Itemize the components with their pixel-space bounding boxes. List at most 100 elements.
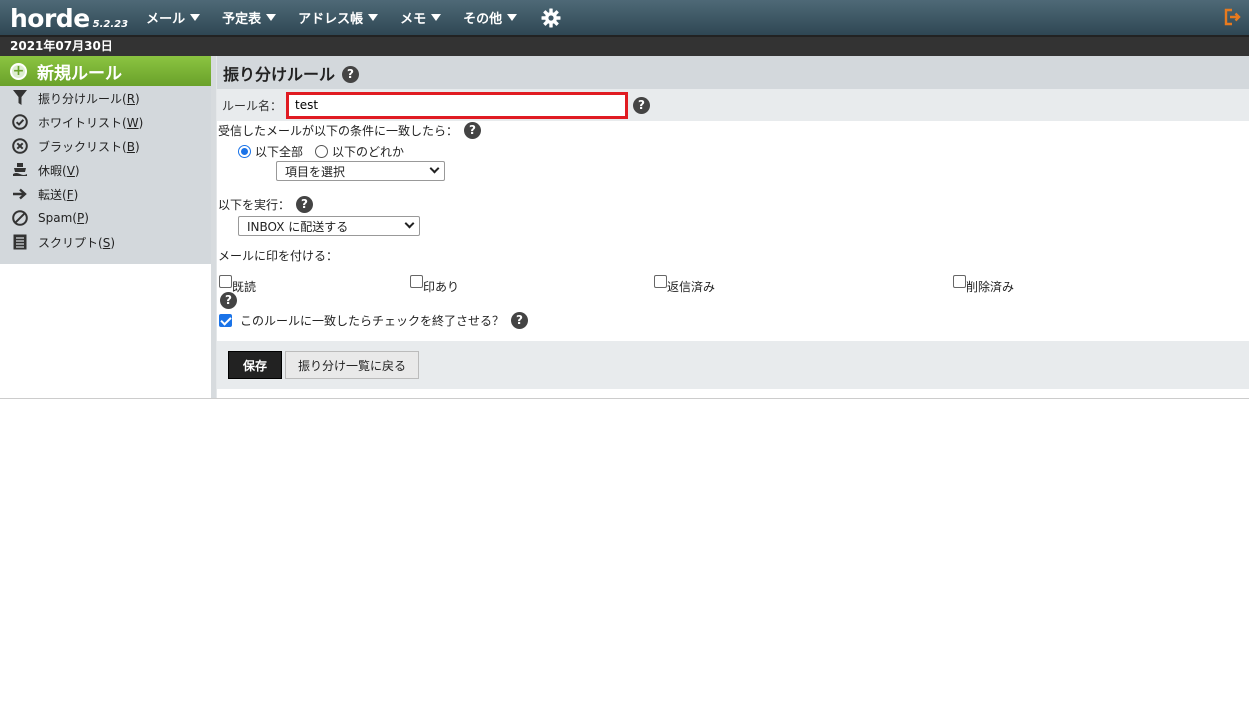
funnel-icon [11, 89, 29, 107]
mark-answered-label[interactable]: 返信済み [667, 278, 715, 295]
menu-calendar[interactable]: 予定表 [222, 8, 277, 27]
accesskey: S [102, 235, 111, 250]
help-icon[interactable]: ? [296, 196, 314, 213]
sidebar-item-filter-rules[interactable]: 振り分けルール(R) [0, 86, 211, 110]
mark-answered: 返信済み [654, 268, 715, 295]
menu-addressbook[interactable]: アドレス帳 [298, 8, 379, 27]
help-icon[interactable]: ? [511, 312, 529, 329]
mark-flagged-label[interactable]: 印あり [423, 278, 459, 295]
mark-answered-checkbox[interactable] [654, 275, 667, 288]
caret-down-icon [368, 14, 379, 21]
page-header: 振り分けルール ? [217, 56, 1249, 89]
logo-brand: horde [10, 3, 90, 33]
top-navigation-bar: horde 5.2.23 メール 予定表 アドレス帳 メモ その他 [0, 0, 1249, 35]
chevron-down-icon [404, 218, 415, 229]
script-document-icon [11, 233, 29, 251]
field-select[interactable]: 項目を選択 [276, 161, 445, 181]
sidebar-item-label: ブラックリスト [38, 139, 123, 154]
check-circle-icon [11, 113, 29, 131]
caret-down-icon [266, 14, 277, 21]
mark-label: メールに印を付ける： [218, 249, 339, 263]
rule-name-row: ルール名： ? [217, 89, 1249, 121]
accesskey: W [126, 115, 139, 130]
sidebar: + 新規ルール 振り分けルール(R) ホワイトリスト(W) ブラックリスト(B)… [0, 56, 211, 264]
sidebar-item-blacklist[interactable]: ブラックリスト(B) [0, 134, 211, 158]
sidebar-item-label: スクリプト [38, 235, 99, 250]
sidebar-item-label: 休暇 [38, 163, 63, 178]
rule-name-input[interactable] [286, 91, 629, 119]
action-select-value: INBOX に配送する [247, 219, 349, 234]
accesskey: F [66, 187, 74, 202]
sidebar-item-vacation[interactable]: 休暇(V) [0, 158, 211, 182]
mark-deleted-label[interactable]: 削除済み [966, 278, 1014, 295]
sidebar-item-spam[interactable]: Spam(P) [0, 206, 211, 230]
caret-down-icon [190, 14, 201, 21]
date-bar: 2021年07月30日 [0, 35, 1249, 56]
x-circle-icon [11, 137, 29, 155]
gear-icon[interactable] [541, 8, 561, 28]
stop-label[interactable]: このルールに一致したらチェックを終了させる？ [240, 312, 504, 329]
sidebar-item-label: 転送 [38, 187, 63, 202]
horde-logo[interactable]: horde 5.2.23 [10, 4, 128, 32]
menu-mail-label: メール [146, 12, 186, 27]
back-to-list-button[interactable]: 振り分け一覧に戻る [285, 351, 420, 379]
conditions-label: 受信したメールが以下の条件に一致したら： [218, 124, 459, 138]
vacation-ship-icon [11, 161, 29, 179]
match-type-row: 以下全部 以下のどれか [238, 143, 404, 160]
stop-row: このルールに一致したらチェックを終了させる？ ? [219, 312, 529, 329]
content-bottom-divider [0, 398, 1249, 399]
mark-flagged: 印あり [410, 268, 459, 295]
new-rule-button[interactable]: + 新規ルール [0, 56, 211, 86]
sidebar-item-script[interactable]: スクリプト(S) [0, 230, 211, 254]
sidebar-item-label: 振り分けルール [38, 91, 123, 106]
save-button[interactable]: 保存 [228, 351, 283, 379]
action-row: 以下を実行： ? [218, 196, 314, 213]
accesskey: V [66, 163, 75, 178]
field-select-value: 項目を選択 [285, 164, 346, 179]
caret-down-icon [431, 14, 442, 21]
logout-icon[interactable] [1223, 8, 1241, 29]
mark-label-row: メールに印を付ける： [218, 247, 338, 264]
stop-checkbox[interactable] [219, 314, 232, 327]
plus-icon: + [10, 62, 27, 80]
menu-other-label: その他 [463, 12, 503, 27]
caret-down-icon [507, 14, 518, 21]
button-bar: 保存 振り分け一覧に戻る [217, 341, 1249, 389]
mark-deleted-checkbox[interactable] [953, 275, 966, 288]
help-icon[interactable]: ? [220, 292, 237, 309]
match-any-label[interactable]: 以下のどれか [332, 143, 404, 160]
accesskey: R [126, 91, 136, 106]
menu-mail[interactable]: メール [146, 8, 201, 27]
menu-other[interactable]: その他 [463, 8, 518, 27]
mark-flagged-checkbox[interactable] [410, 275, 423, 288]
accesskey: B [126, 139, 135, 154]
action-select[interactable]: INBOX に配送する [238, 216, 420, 236]
menu-calendar-label: 予定表 [222, 12, 262, 27]
sidebar-item-label: ホワイトリスト [38, 115, 123, 130]
match-any-radio[interactable] [315, 145, 329, 158]
sidebar-item-forward[interactable]: 転送(F) [0, 182, 211, 206]
page-title: 振り分けルール [223, 64, 336, 84]
mark-seen-checkbox[interactable] [219, 275, 232, 288]
arrow-right-icon [11, 185, 29, 203]
prohibited-icon [11, 209, 29, 227]
logo-version: 5.2.23 [92, 18, 129, 30]
menu-memo[interactable]: メモ [400, 8, 442, 27]
menu-addressbook-label: アドレス帳 [298, 12, 364, 27]
help-icon[interactable]: ? [464, 122, 482, 139]
mark-help-row: ? [220, 292, 237, 309]
mark-seen: 既読 [219, 268, 256, 295]
conditions-row: 受信したメールが以下の条件に一致したら： ? [218, 122, 482, 139]
menu-memo-label: メモ [400, 12, 427, 27]
mark-deleted: 削除済み [953, 268, 1014, 295]
match-all-radio[interactable] [238, 145, 251, 158]
rule-name-label: ルール名： [222, 98, 283, 113]
action-label: 以下を実行： [218, 198, 291, 212]
help-icon[interactable]: ? [342, 65, 360, 83]
sidebar-item-whitelist[interactable]: ホワイトリスト(W) [0, 110, 211, 134]
new-rule-label: 新規ルール [37, 63, 122, 84]
chevron-down-icon [429, 163, 440, 174]
match-all-label[interactable]: 以下全部 [255, 143, 303, 160]
help-icon[interactable]: ? [633, 96, 651, 114]
accesskey: P [76, 211, 85, 225]
